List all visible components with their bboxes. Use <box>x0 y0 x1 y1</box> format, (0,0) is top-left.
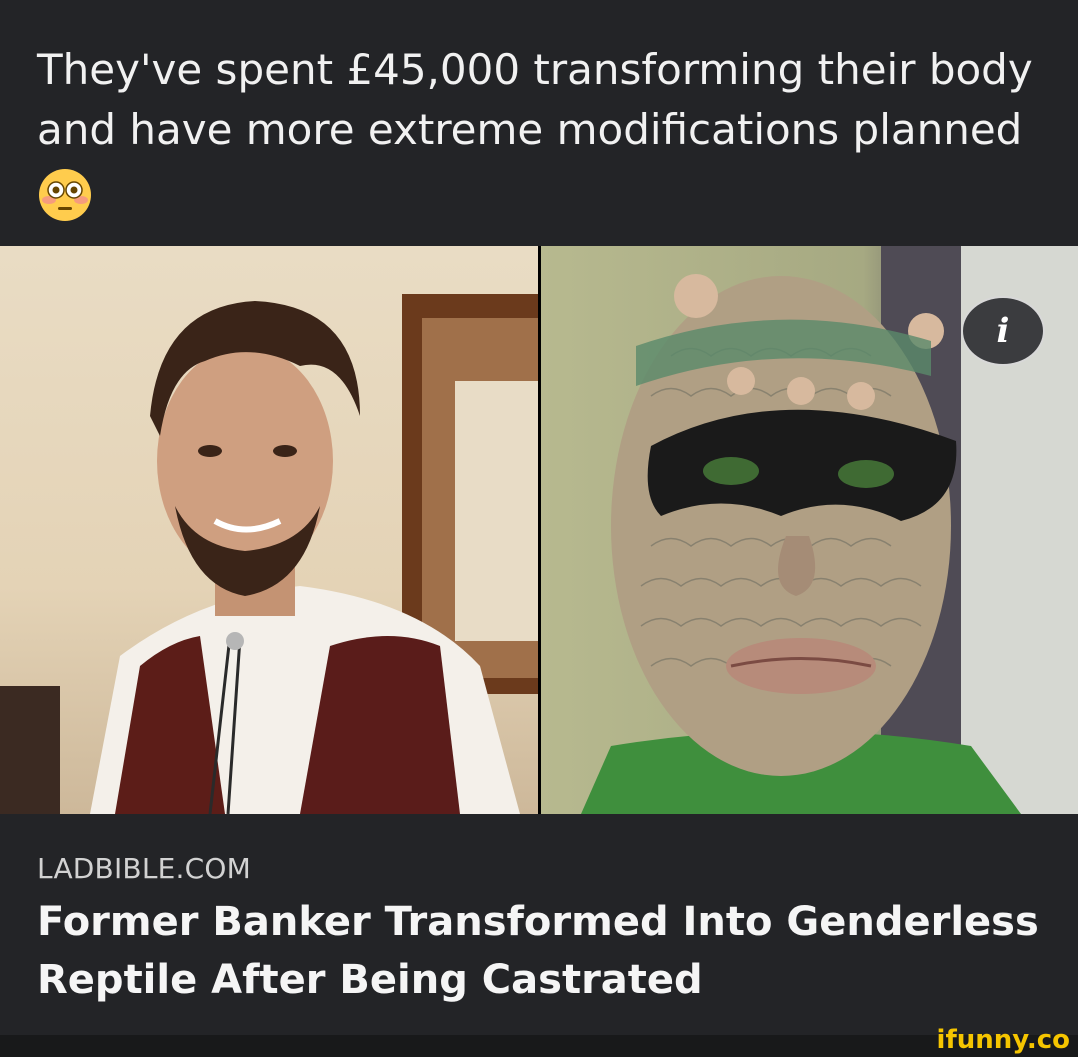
link-preview-images[interactable] <box>0 246 1078 814</box>
info-icon[interactable]: i <box>961 296 1045 366</box>
before-photo <box>0 246 538 814</box>
link-source-domain: LADBIBLE.COM <box>37 852 251 885</box>
before-photo-illustration <box>0 294 538 814</box>
ifunny-watermark: ifunny.co <box>936 1025 1070 1055</box>
flushed-face-emoji-icon <box>39 169 91 221</box>
post-caption: They've spent £45,000 transforming their… <box>37 45 1033 154</box>
post-card: They've spent £45,000 transforming their… <box>0 0 1078 1035</box>
link-headline[interactable]: Former Banker Transformed Into Genderles… <box>37 893 1047 1009</box>
